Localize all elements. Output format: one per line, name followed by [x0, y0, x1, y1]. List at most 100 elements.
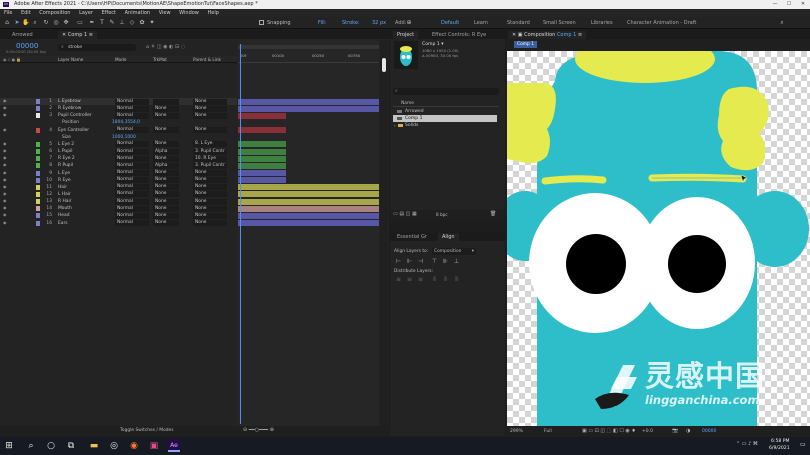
visibility-eye-icon[interactable]: ◉ [3, 191, 8, 196]
layer-duration-bar[interactable] [238, 98, 379, 105]
parent-link-dropdown[interactable]: None [193, 170, 227, 176]
distribute-hcenter-icon[interactable]: ⦀ [442, 276, 449, 283]
parent-link-dropdown[interactable]: None [193, 184, 227, 191]
tab-project[interactable]: Project [393, 31, 419, 39]
distribute-right-icon[interactable]: ⦀ [453, 276, 460, 283]
parent-link-dropdown[interactable]: 10. R Eye [193, 155, 227, 162]
label-color-swatch[interactable] [36, 141, 40, 147]
blend-mode-dropdown[interactable]: Normal [115, 112, 149, 119]
track-matte-dropdown[interactable]: None [153, 184, 179, 191]
blend-mode-dropdown[interactable]: Normal [115, 184, 149, 191]
blend-mode-dropdown[interactable]: Normal [115, 155, 149, 162]
layer-row[interactable]: ◉ 14 Mouth Normal None None [0, 205, 237, 212]
brush-tool-icon[interactable]: ✎ [108, 19, 116, 27]
layer-row[interactable]: ◉ 10 R Eye Normal None None [0, 177, 237, 184]
layer-duration-bar[interactable] [238, 184, 379, 191]
visibility-eye-icon[interactable]: ◉ [3, 149, 8, 153]
parent-link-dropdown[interactable]: None [193, 220, 227, 227]
parent-link-dropdown[interactable]: None [193, 112, 227, 119]
cortana-icon[interactable]: ○ [45, 440, 57, 452]
layer-row[interactable]: ◉ 8 R Pupil Normal Alpha 3. Pupil Contr [0, 162, 237, 169]
puppet-tool-icon[interactable]: ✦ [148, 19, 156, 27]
photos-app-icon[interactable]: ▣ [148, 440, 160, 452]
label-color-swatch[interactable] [36, 99, 40, 104]
media-app-icon[interactable]: ◎ [108, 440, 120, 452]
roto-brush-tool-icon[interactable]: ✿ [138, 19, 146, 27]
tab-align[interactable]: Align [438, 233, 459, 241]
clock-time[interactable]: 6:58 PM [771, 439, 790, 444]
workspace-libraries[interactable]: Libraries [591, 20, 613, 26]
menu-window[interactable]: Window [179, 9, 199, 17]
notifications-icon[interactable]: ▭ [800, 441, 806, 448]
workspace-learn[interactable]: Learn [474, 20, 488, 26]
blend-mode-dropdown[interactable]: Normal [115, 98, 149, 105]
layer-row[interactable]: ◉ 16 Ears Normal None None [0, 220, 237, 227]
stroke-width-value[interactable]: 32 px [372, 20, 386, 26]
project-item-arrowed[interactable]: Arrowed [393, 108, 497, 115]
tab-composition[interactable]: ✕ ▣ Composition Comp 1 ≡ [508, 31, 587, 39]
align-vcenter-icon[interactable]: ⊪ [442, 258, 449, 265]
label-color-swatch[interactable] [36, 184, 40, 190]
track-matte-dropdown[interactable]: None [153, 170, 179, 176]
layer-row[interactable]: ◉ 6 L Pupil Normal Alpha 3. Pupil Contr [0, 148, 237, 155]
menu-effect[interactable]: Effect [102, 9, 116, 17]
column-trkmat[interactable]: TrkMat [153, 57, 167, 62]
tray-icons[interactable]: ⌃ ▭ ♪ ⌘ [736, 441, 758, 447]
clone-stamp-tool-icon[interactable]: ⊥ [118, 19, 126, 27]
parent-link-dropdown[interactable]: None [193, 198, 227, 205]
visibility-eye-icon[interactable]: ◉ [3, 177, 8, 182]
align-top-icon[interactable]: ⊤ [431, 258, 438, 265]
label-color-swatch[interactable] [36, 199, 40, 205]
blend-mode-dropdown[interactable]: Normal [115, 170, 149, 176]
layer-duration-bar[interactable] [238, 177, 286, 184]
timeline-scrollbar[interactable] [380, 40, 388, 426]
add-dropdown-icon[interactable]: ⊕ [405, 19, 413, 27]
parent-link-dropdown[interactable]: 3. Pupil Contr [193, 162, 227, 169]
layer-duration-bar[interactable] [238, 141, 286, 148]
menu-help[interactable]: Help [207, 9, 218, 17]
parent-link-dropdown[interactable]: None [193, 105, 227, 112]
label-color-swatch[interactable] [36, 127, 40, 133]
search-icon[interactable]: ⌕ [25, 440, 37, 452]
exposure-value[interactable]: +0.0 [642, 429, 653, 434]
layer-name[interactable]: R Hair [58, 198, 110, 205]
label-color-swatch[interactable] [36, 149, 40, 155]
viewer-option-icons[interactable]: ▣ ▭ ⊡ ◫ ⬚ ◧ ☐ ◉ ♦ [582, 428, 636, 434]
layer-duration-bar[interactable] [238, 127, 286, 134]
bit-depth-button[interactable]: 8 bpc [436, 212, 448, 217]
search-help-icon[interactable]: ⌕ [778, 19, 786, 27]
parent-link-dropdown[interactable]: 3. Pupil Contr [193, 148, 227, 155]
distribute-left-icon[interactable]: ⦀ [431, 276, 438, 283]
layer-name[interactable]: L Eye [58, 170, 110, 177]
parent-link-dropdown[interactable]: 8. L Eye [193, 141, 227, 148]
distribute-top-icon[interactable]: ≡ [395, 276, 402, 283]
snapshot-icon[interactable]: 📷 [672, 428, 678, 434]
label-color-swatch[interactable] [36, 206, 40, 212]
track-matte-dropdown[interactable]: None [153, 212, 179, 219]
snapping-checkbox[interactable] [259, 20, 264, 25]
align-to-dropdown[interactable]: Composition ▾ [432, 248, 476, 255]
layer-name[interactable]: L Eye 2 [58, 141, 110, 148]
layer-duration-bar[interactable] [238, 112, 286, 119]
comp-breadcrumb[interactable]: Comp 1 [514, 41, 538, 48]
comp-switches-icons[interactable]: ⌂ ⚘ ◫ ◉ ◐ ⊟ ◌ [146, 44, 185, 50]
align-hcenter-icon[interactable]: ⊩ [406, 258, 413, 265]
layer-name[interactable]: Eye Controller [58, 127, 110, 134]
zoom-tool-icon[interactable]: ⌕ [31, 19, 39, 27]
layer-duration-bar[interactable] [238, 220, 379, 227]
menu-composition[interactable]: Composition [39, 9, 70, 17]
project-footer-icons[interactable]: ▭ ▤ ◫ ▦ [393, 211, 417, 217]
layer-duration-bar[interactable] [238, 170, 286, 176]
blend-mode-dropdown[interactable]: Normal [115, 127, 149, 134]
layer-row[interactable]: ◉ 12 L Hair Normal None None [0, 191, 237, 198]
pan-behind-tool-icon[interactable]: ✥ [62, 19, 70, 27]
menu-file[interactable]: File [4, 9, 12, 17]
timeline-search-input[interactable]: ⌕ stroke [58, 44, 136, 51]
rectangle-tool-icon[interactable]: ▭ [76, 19, 84, 27]
visibility-eye-icon[interactable]: ◉ [3, 127, 8, 132]
workspace-small-screen[interactable]: Small Screen [543, 20, 576, 26]
visibility-eye-icon[interactable]: ◉ [3, 184, 8, 189]
visibility-eye-icon[interactable]: ◉ [3, 156, 8, 160]
after-effects-taskbar-icon[interactable]: Ae [168, 440, 180, 452]
layer-name[interactable]: Mouth [58, 205, 110, 212]
